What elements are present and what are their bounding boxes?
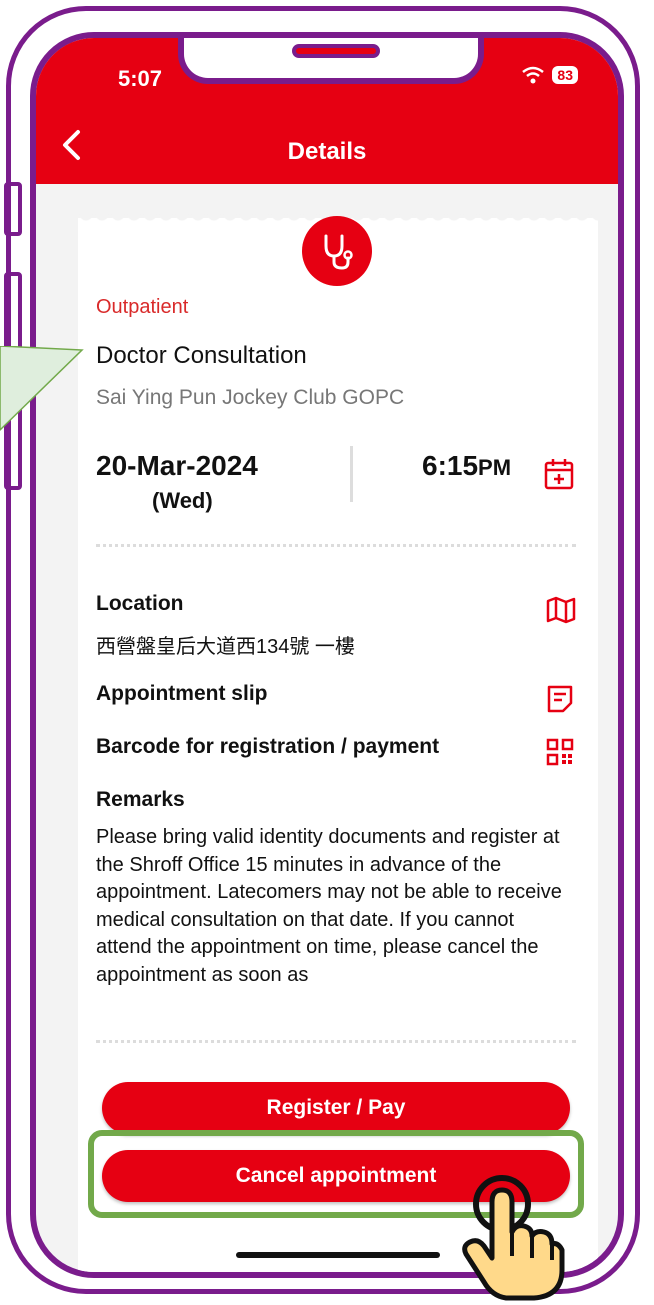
date-time-divider [350,446,353,502]
location-address: 西營盤皇后大道西134號 一樓 [96,636,355,658]
phone-screen: 5:07 83 Details Outpatient Doctor Consul… [30,32,624,1278]
remarks-text: Please bring valid identity documents an… [96,826,562,986]
time-value: 6:15 [422,450,479,481]
home-indicator [236,1252,440,1258]
stethoscope-icon [324,234,353,270]
battery-indicator: 83 [552,66,578,84]
clinic-name: Sai Ying Pun Jockey Club GOPC [96,386,405,409]
calendar-add-icon [544,459,574,490]
map-button[interactable] [546,596,576,629]
document-icon [547,685,573,713]
appointment-slip-link[interactable]: Appointment slip [96,682,268,706]
register-pay-button[interactable]: Register / Pay [102,1082,570,1134]
callout-pointer [0,346,84,432]
map-icon [546,596,576,624]
time-suffix: PM [478,455,512,480]
appointment-title: Doctor Consultation [96,342,307,369]
wifi-icon [522,66,545,84]
appointment-time: 6:15PM [422,450,511,482]
speaker [292,44,380,58]
dotted-divider-bottom [96,1040,576,1043]
location-label: Location [96,592,184,615]
remarks-label: Remarks [96,788,185,811]
hand-pointer-icon [462,1175,565,1301]
notch [178,38,484,84]
qr-code-icon [546,738,574,766]
page-title: Details [287,138,367,165]
appointment-day: (Wed) [152,488,213,513]
status-time: 5:07 [118,66,163,91]
stethoscope-badge [302,216,372,286]
status-icons: 83 [522,66,578,84]
barcode-button[interactable] [546,738,574,771]
dotted-divider [96,544,576,547]
appointment-slip-button[interactable] [546,684,574,719]
appointment-category: Outpatient [96,296,189,318]
barcode-link[interactable]: Barcode for registration / payment [96,735,439,759]
appointment-date: 20-Mar-2024 [96,450,258,481]
add-to-calendar-button[interactable] [544,458,574,495]
